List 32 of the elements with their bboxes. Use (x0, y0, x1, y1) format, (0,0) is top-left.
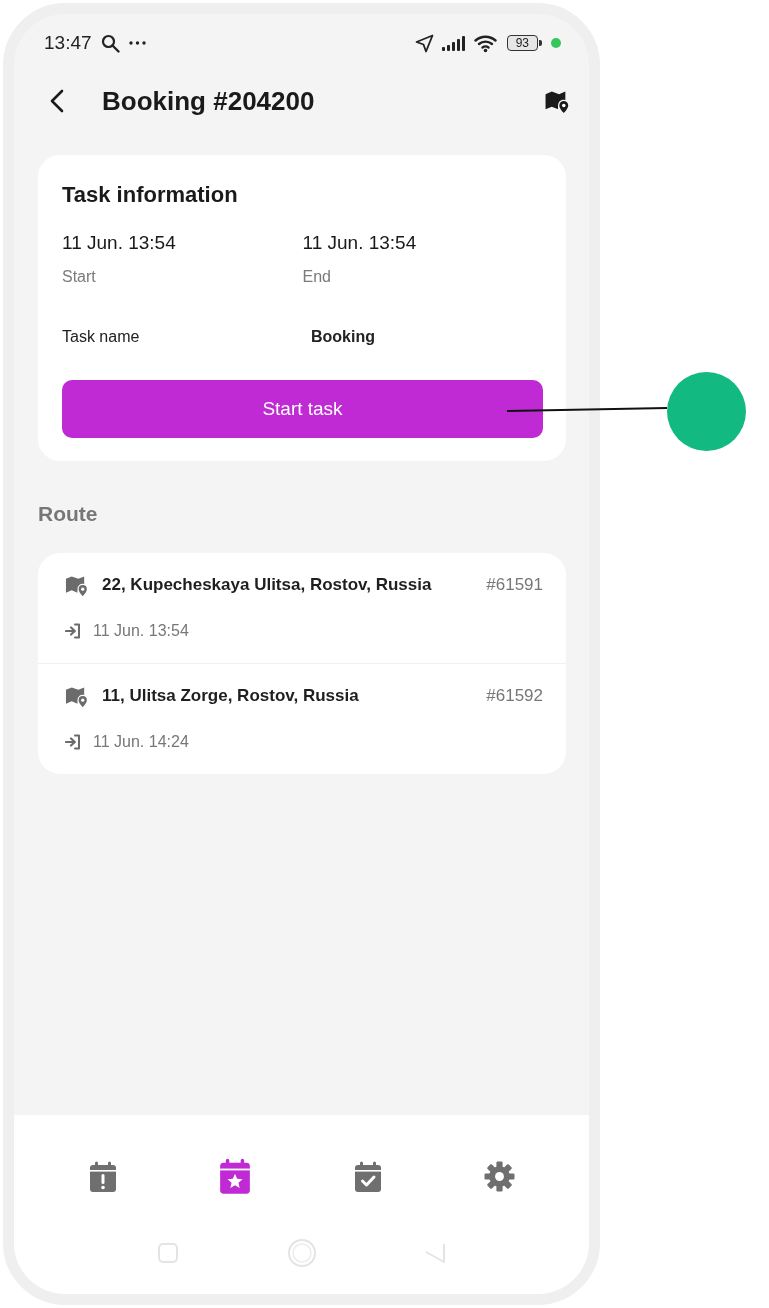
map-pin-icon (65, 684, 88, 708)
date-value: 11 Jun. 13:54 (62, 231, 177, 255)
stop-address: 22, Kupecheskaya Ulitsa, Rostov, Russia (102, 574, 433, 596)
more-icon[interactable] (128, 41, 146, 45)
stop-time: 11 Jun. 13:54 (93, 621, 189, 641)
start-task-button[interactable]: Start task (62, 380, 543, 438)
stop-number: #61591 (486, 574, 543, 596)
location-arrow-icon (414, 33, 434, 53)
field-label: Task name (62, 327, 141, 347)
section-heading: Route (38, 501, 99, 527)
date-label: Start (62, 267, 97, 287)
date-value: 11 Jun. 13:54 (302, 231, 418, 255)
calendar-check-icon (353, 1160, 382, 1192)
back-button[interactable] (50, 89, 64, 113)
signal-icon (441, 35, 466, 51)
search-icon[interactable] (100, 33, 120, 53)
wifi-icon (473, 33, 497, 53)
status-dot-icon (551, 38, 561, 48)
stop-time: 11 Jun. 14:24 (93, 732, 189, 752)
map-pin-icon (65, 573, 88, 597)
calendar-alert-icon (89, 1160, 118, 1192)
sign-in-icon (65, 623, 81, 639)
page-title: Booking #204200 (102, 84, 315, 118)
status-time: 13:47 (44, 30, 92, 55)
sign-in-icon (65, 734, 81, 750)
calendar-star-icon (219, 1158, 252, 1194)
stop-number: #61592 (486, 685, 543, 707)
card-title: Task information (62, 181, 239, 209)
stop-address: 11, Ulitsa Zorge, Rostov, Russia (102, 685, 360, 707)
settings-icon (484, 1160, 516, 1192)
field-value: Booking (311, 327, 375, 347)
date-label: End (302, 267, 332, 287)
